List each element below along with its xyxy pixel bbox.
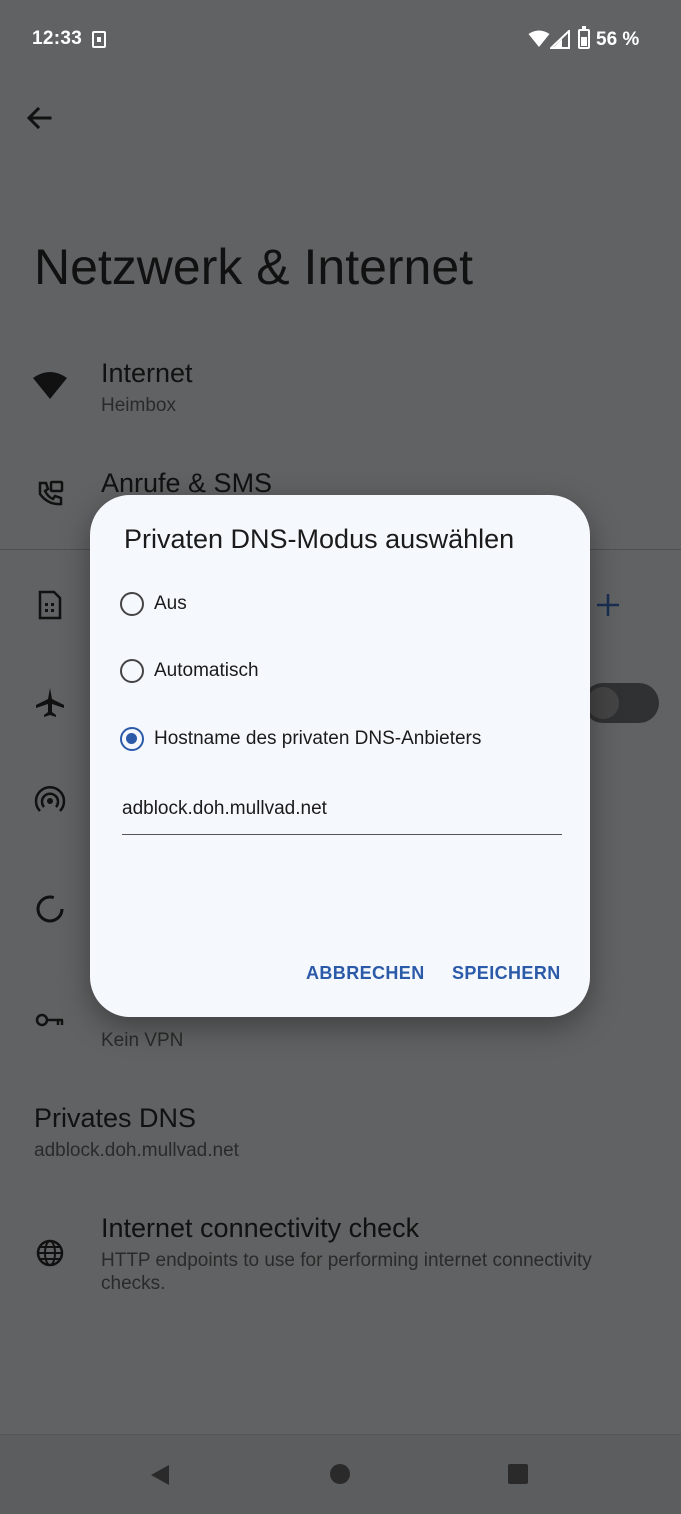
setting-connectivity-check[interactable]: Internet connectivity check HTTP endpoin… xyxy=(0,1205,681,1305)
phone-message-icon xyxy=(38,480,64,506)
navigation-bar xyxy=(0,1434,681,1514)
vpn-key-icon xyxy=(35,1013,64,1027)
private-dns-dialog: Privaten DNS-Modus auswählen Aus Automat… xyxy=(90,495,590,1017)
radio-option-hostname[interactable]: Hostname des privaten DNS-Anbieters xyxy=(120,717,481,761)
setting-connectivity-subtitle-line2: checks. xyxy=(101,1273,166,1294)
status-time: 12:33 xyxy=(32,28,83,49)
setting-private-dns-subtitle: adblock.doh.mullvad.net xyxy=(34,1140,239,1161)
setting-connectivity-title: Internet connectivity check xyxy=(101,1213,420,1243)
radio-option-automatic[interactable]: Automatisch xyxy=(120,649,259,693)
radio-label: Automatisch xyxy=(154,660,259,681)
radio-button[interactable] xyxy=(120,659,144,683)
airplane-mode-toggle[interactable] xyxy=(583,683,659,723)
radio-button-selected[interactable] xyxy=(120,727,144,751)
battery-percentage: 56 % xyxy=(596,29,640,50)
globe-icon xyxy=(36,1239,64,1267)
nav-home-icon[interactable] xyxy=(329,1463,351,1485)
back-arrow-icon[interactable] xyxy=(24,102,56,134)
page-title: Netzwerk & Internet xyxy=(34,239,474,295)
wifi-status-icon xyxy=(528,30,550,47)
setting-internet-title: Internet xyxy=(101,358,193,388)
setting-private-dns-title: Privates DNS xyxy=(34,1103,197,1133)
radio-label: Hostname des privaten DNS-Anbieters xyxy=(154,728,482,749)
setting-vpn-subtitle: Kein VPN xyxy=(101,1030,184,1051)
battery-icon xyxy=(578,26,590,49)
radio-label: Aus xyxy=(154,593,187,614)
wifi-icon xyxy=(33,372,67,399)
signal-strength-icon xyxy=(550,30,570,49)
data-saver-icon xyxy=(36,895,64,923)
radio-button[interactable] xyxy=(120,592,144,616)
cancel-button[interactable]: ABBRECHEN xyxy=(306,963,425,984)
setting-connectivity-subtitle-line1: HTTP endpoints to use for performing int… xyxy=(101,1250,592,1271)
sim-card-icon xyxy=(38,590,62,620)
hotspot-icon xyxy=(34,785,66,812)
hostname-input[interactable] xyxy=(122,790,562,835)
radio-option-off[interactable]: Aus xyxy=(120,582,187,626)
nav-back-icon[interactable] xyxy=(148,1463,172,1487)
sim-card-icon xyxy=(92,31,106,48)
setting-private-dns[interactable]: Privates DNS adblock.doh.mullvad.net xyxy=(0,1095,681,1175)
airplane-icon xyxy=(36,688,64,717)
dialog-title: Privaten DNS-Modus auswählen xyxy=(124,524,515,554)
nav-recents-icon[interactable] xyxy=(507,1463,529,1485)
status-bar: 12:33 56 % xyxy=(0,0,681,80)
setting-internet[interactable]: Internet Heimbox xyxy=(0,350,681,435)
save-button[interactable]: SPEICHERN xyxy=(452,963,561,984)
add-sim-icon[interactable] xyxy=(594,591,622,619)
setting-internet-subtitle: Heimbox xyxy=(101,395,176,416)
